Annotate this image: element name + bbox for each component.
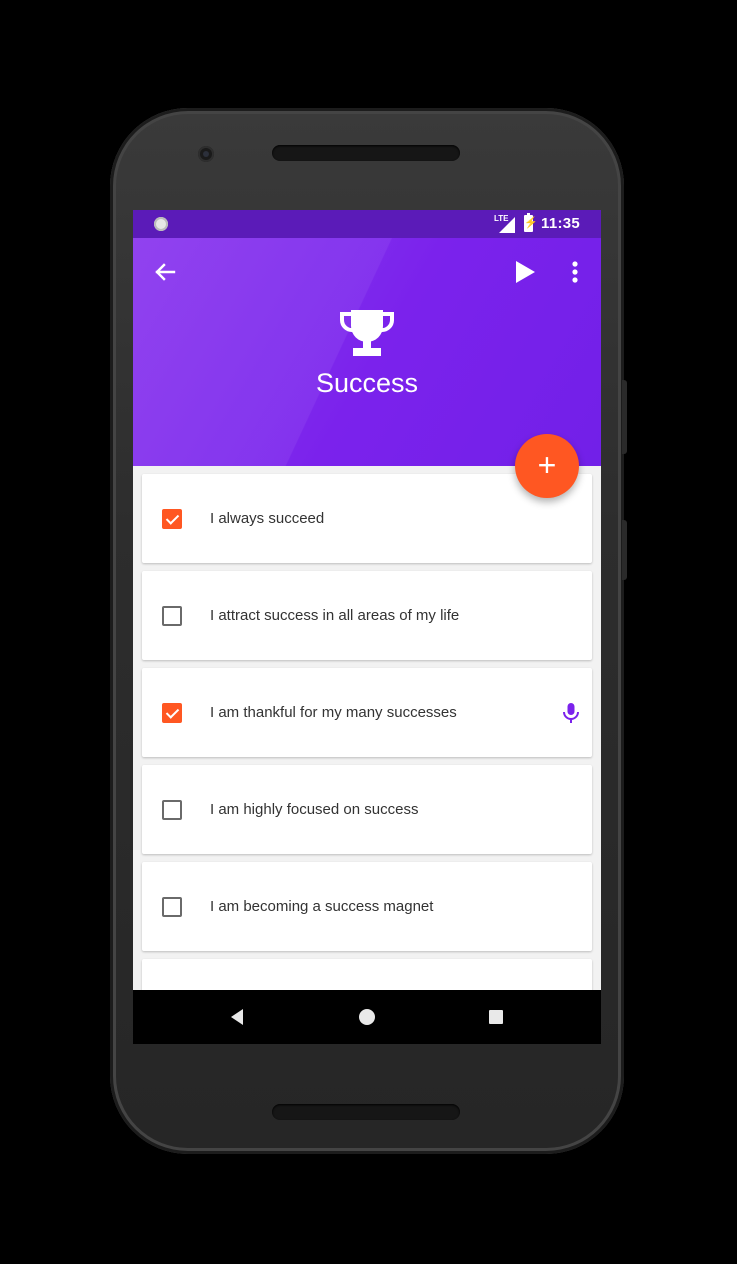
list-item[interactable]: I am highly focused on success bbox=[142, 765, 592, 854]
add-affirmation-button[interactable]: + bbox=[515, 434, 579, 498]
nav-home-icon[interactable] bbox=[359, 1009, 375, 1025]
checkbox[interactable] bbox=[162, 509, 182, 529]
add-icon: + bbox=[537, 447, 557, 483]
status-time: 11:35 bbox=[541, 215, 581, 232]
power-button bbox=[622, 520, 627, 580]
affirmation-text: I am thankful for my many successes bbox=[210, 704, 457, 721]
affirmation-text: I attract success in all areas of my lif… bbox=[210, 607, 460, 624]
nav-recents-icon[interactable] bbox=[489, 1010, 503, 1024]
bottom-speaker bbox=[272, 1104, 460, 1120]
earpiece-speaker bbox=[272, 145, 460, 161]
charging-icon: ⚡ bbox=[524, 217, 538, 229]
screen: LTE ⚡ 11:35 Success + I always succeed I… bbox=[133, 210, 601, 1044]
list-item[interactable]: I am becoming a success magnet bbox=[142, 862, 592, 951]
nav-back-icon[interactable] bbox=[229, 1008, 245, 1026]
microphone-icon[interactable] bbox=[560, 701, 582, 725]
navigation-bar bbox=[133, 990, 601, 1044]
page-title: Success bbox=[315, 368, 419, 398]
checkbox[interactable] bbox=[162, 800, 182, 820]
affirmation-list: I always succeed I attract success in al… bbox=[142, 474, 592, 999]
checkbox[interactable] bbox=[162, 606, 182, 626]
arrow-back-icon[interactable] bbox=[149, 256, 181, 288]
front-camera bbox=[198, 146, 214, 162]
signal-icon bbox=[499, 217, 515, 233]
volume-button bbox=[622, 380, 627, 454]
list-item[interactable]: I attract success in all areas of my lif… bbox=[142, 571, 592, 660]
affirmation-text: I always succeed bbox=[210, 510, 325, 527]
app-bar: Success bbox=[133, 238, 601, 466]
affirmation-text: I am becoming a success magnet bbox=[210, 898, 434, 915]
more-vert-icon[interactable] bbox=[563, 256, 587, 288]
list-item[interactable]: I am thankful for my many successes bbox=[142, 668, 592, 757]
play-icon[interactable] bbox=[509, 256, 541, 288]
status-bar: LTE ⚡ 11:35 bbox=[133, 210, 601, 238]
notification-icon bbox=[154, 217, 168, 231]
affirmation-text: I am highly focused on success bbox=[210, 801, 419, 818]
trophy-icon bbox=[339, 310, 395, 356]
checkbox[interactable] bbox=[162, 703, 182, 723]
checkbox[interactable] bbox=[162, 897, 182, 917]
